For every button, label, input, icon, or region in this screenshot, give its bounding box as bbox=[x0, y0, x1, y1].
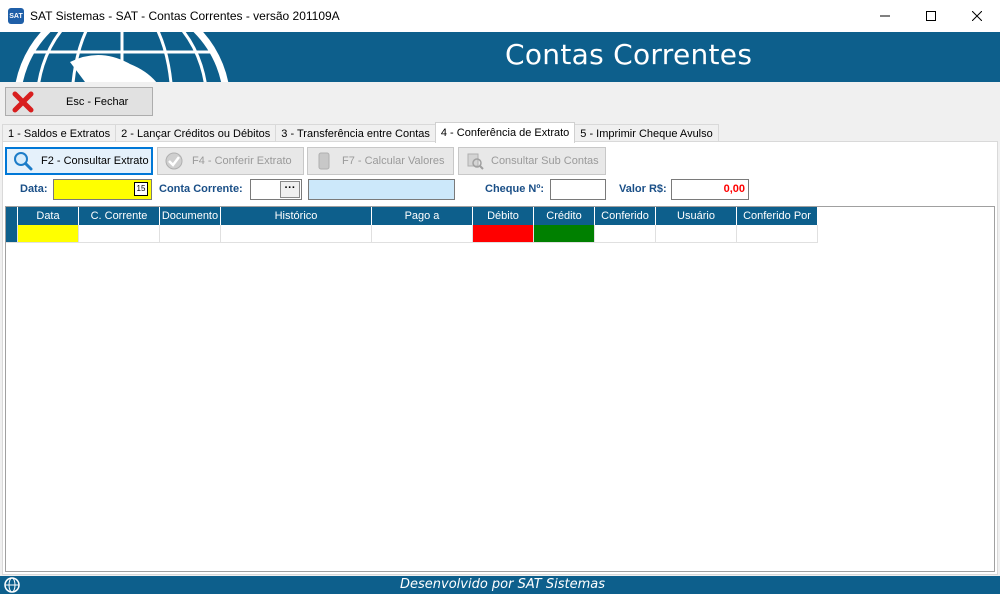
cell-debito[interactable] bbox=[473, 225, 534, 243]
status-bar: Desenvolvido por SAT Sistemas bbox=[0, 576, 1000, 594]
cell-historico[interactable] bbox=[221, 225, 372, 243]
close-form-label: Esc - Fechar bbox=[66, 95, 129, 108]
row-indicator bbox=[6, 225, 18, 243]
calcular-valores-label: F7 - Calcular Valores bbox=[342, 155, 445, 167]
data-label: Data: bbox=[20, 183, 48, 195]
cell-usuario[interactable] bbox=[656, 225, 737, 243]
cheque-label: Cheque Nº: bbox=[485, 183, 545, 195]
valor-label: Valor R$: bbox=[619, 183, 667, 195]
col-debito[interactable]: Débito bbox=[473, 207, 534, 225]
globe-logo-icon bbox=[15, 32, 229, 82]
data-input[interactable]: 15 bbox=[53, 179, 152, 200]
tab-saldos-extratos[interactable]: 1 - Saldos e Extratos bbox=[2, 124, 117, 142]
conferir-extrato-button[interactable]: F4 - Conferir Extrato bbox=[157, 147, 304, 175]
col-documento[interactable]: Documento bbox=[160, 207, 221, 225]
cell-pago-a[interactable] bbox=[372, 225, 473, 243]
cell-data[interactable] bbox=[18, 225, 79, 243]
toolbar: Esc - Fechar bbox=[0, 82, 1000, 122]
close-form-button[interactable]: Esc - Fechar bbox=[5, 87, 153, 116]
close-window-button[interactable] bbox=[954, 0, 1000, 32]
col-conferido-por[interactable]: Conferido Por bbox=[737, 207, 818, 225]
cell-conferido-por[interactable] bbox=[737, 225, 818, 243]
col-conferido[interactable]: Conferido bbox=[595, 207, 656, 225]
table-row[interactable] bbox=[6, 225, 818, 243]
conta-descricao-field bbox=[308, 179, 455, 200]
conta-corrente-input[interactable]: ··· bbox=[250, 179, 302, 200]
maximize-icon bbox=[926, 11, 936, 21]
minimize-button[interactable] bbox=[862, 0, 908, 32]
valor-value: 0,00 bbox=[723, 183, 745, 195]
status-text: Desenvolvido por SAT Sistemas bbox=[400, 577, 606, 592]
magnifier-icon bbox=[14, 152, 33, 171]
tab-imprimir-cheque[interactable]: 5 - Imprimir Cheque Avulso bbox=[574, 124, 719, 142]
extrato-grid[interactable]: Data C. Corrente Documento Histórico Pag… bbox=[5, 206, 995, 572]
tab-strip: 1 - Saldos e Extratos 2 - Lançar Crédito… bbox=[2, 122, 719, 143]
calcular-valores-button[interactable]: F7 - Calcular Valores bbox=[307, 147, 454, 175]
calculator-icon bbox=[318, 152, 330, 170]
tab-transferencia-contas[interactable]: 3 - Transferência entre Contas bbox=[275, 124, 436, 142]
consultar-extrato-button[interactable]: F2 - Consultar Extrato bbox=[5, 147, 153, 175]
consultar-sub-contas-label: Consultar Sub Contas bbox=[491, 155, 599, 167]
col-pago-a[interactable]: Pago a bbox=[372, 207, 473, 225]
close-icon bbox=[972, 11, 982, 21]
col-usuario[interactable]: Usuário bbox=[656, 207, 737, 225]
cell-documento[interactable] bbox=[160, 225, 221, 243]
sat-app-icon: SAT bbox=[8, 8, 24, 24]
calendar-icon[interactable]: 15 bbox=[134, 182, 148, 196]
browse-ellipsis-button[interactable]: ··· bbox=[280, 181, 300, 198]
tab-conferencia-extrato[interactable]: 4 - Conferência de Extrato bbox=[434, 122, 576, 143]
conta-corrente-label: Conta Corrente: bbox=[159, 183, 243, 195]
title-bar: SAT SAT Sistemas - SAT - Contas Corrente… bbox=[0, 0, 1000, 32]
consultar-sub-contas-button[interactable]: Consultar Sub Contas bbox=[458, 147, 606, 175]
window-title: SAT Sistemas - SAT - Contas Correntes - … bbox=[30, 9, 340, 23]
cell-conta-corrente[interactable] bbox=[79, 225, 160, 243]
red-x-icon bbox=[12, 91, 34, 112]
grid-header: Data C. Corrente Documento Histórico Pag… bbox=[6, 207, 818, 225]
minimize-icon bbox=[880, 15, 890, 17]
row-indicator-header bbox=[6, 207, 18, 225]
consultar-extrato-label: F2 - Consultar Extrato bbox=[41, 155, 149, 167]
valor-input[interactable]: 0,00 bbox=[671, 179, 749, 200]
tab-lancar-creditos-debitos[interactable]: 2 - Lançar Créditos ou Débitos bbox=[115, 124, 277, 142]
cheque-input[interactable] bbox=[550, 179, 606, 200]
globe-icon bbox=[4, 577, 20, 593]
check-circle-icon bbox=[165, 152, 183, 170]
col-conta-corrente[interactable]: C. Corrente bbox=[79, 207, 160, 225]
col-historico[interactable]: Histórico bbox=[221, 207, 372, 225]
banner-title: Contas Correntes bbox=[505, 38, 753, 71]
conferir-extrato-label: F4 - Conferir Extrato bbox=[192, 155, 292, 167]
maximize-button[interactable] bbox=[908, 0, 954, 32]
header-banner: Contas Correntes bbox=[0, 32, 1000, 82]
window-controls bbox=[862, 0, 1000, 32]
cell-conferido[interactable] bbox=[595, 225, 656, 243]
col-data[interactable]: Data bbox=[18, 207, 79, 225]
col-credito[interactable]: Crédito bbox=[534, 207, 595, 225]
document-search-icon bbox=[467, 153, 484, 170]
cell-credito[interactable] bbox=[534, 225, 595, 243]
